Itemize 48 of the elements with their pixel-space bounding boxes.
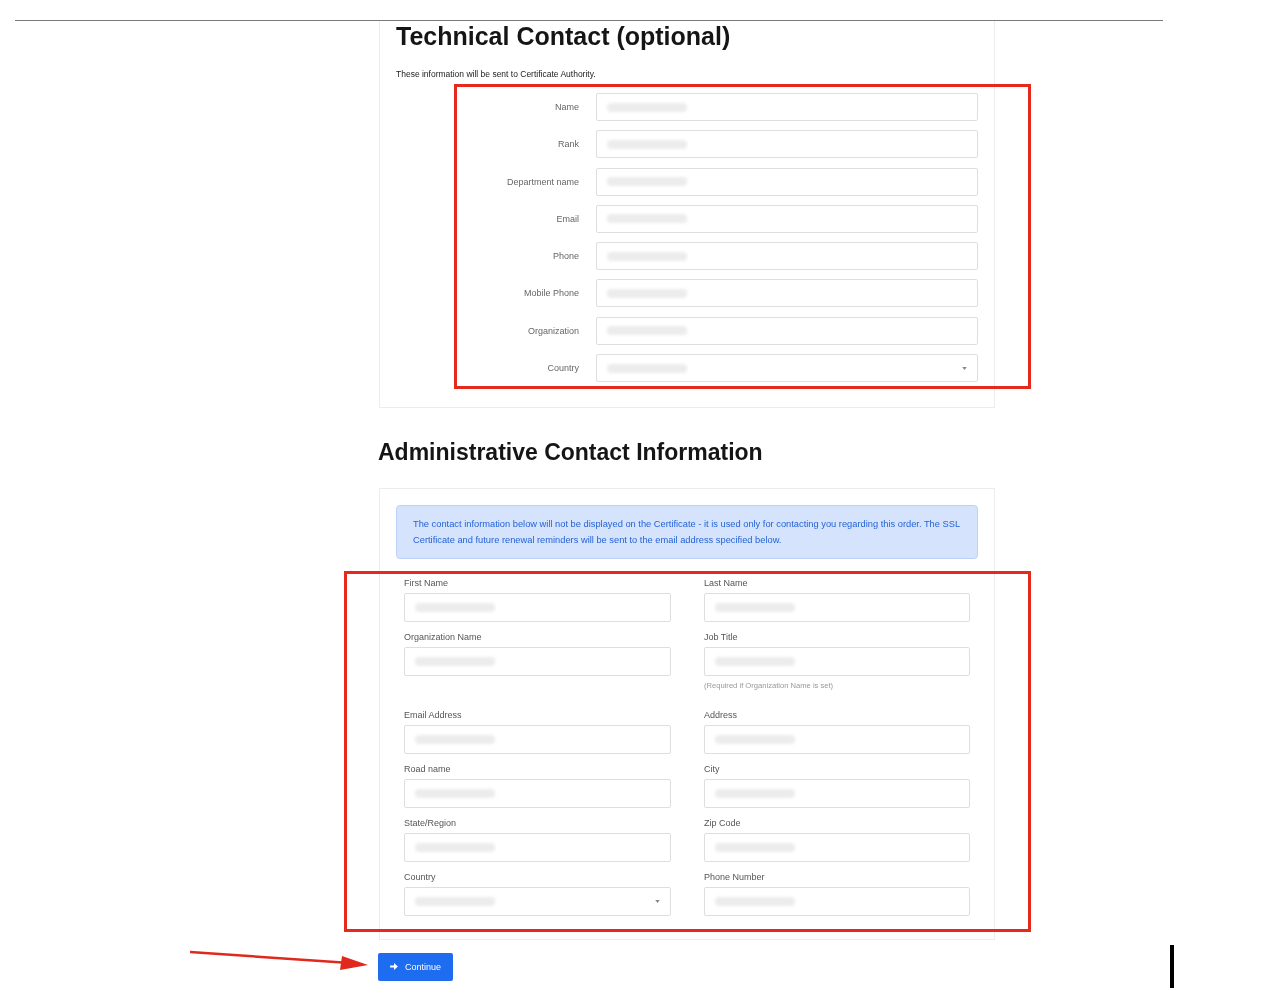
input-field[interactable] bbox=[704, 647, 970, 677]
input-field[interactable] bbox=[596, 204, 978, 233]
field-label: Last Name bbox=[704, 577, 748, 590]
input-field[interactable] bbox=[596, 93, 978, 121]
input-field[interactable] bbox=[704, 725, 970, 755]
field-label: Country bbox=[546, 362, 579, 375]
input-field[interactable] bbox=[596, 279, 978, 308]
field-label: Organization bbox=[526, 324, 579, 337]
input-field[interactable] bbox=[404, 833, 671, 863]
section-heading: Technical Contact (optional) bbox=[396, 21, 732, 51]
input-field[interactable] bbox=[596, 316, 978, 345]
field-label: First Name bbox=[404, 577, 448, 590]
field-label: Rank bbox=[557, 138, 579, 151]
field-label: Mobile Phone bbox=[522, 287, 579, 300]
field-label: Organization Name bbox=[404, 631, 482, 644]
field-label: Name bbox=[554, 101, 579, 113]
field-label: Address bbox=[704, 709, 738, 722]
input-field[interactable] bbox=[596, 242, 978, 271]
input-field[interactable] bbox=[596, 130, 978, 159]
input-field[interactable] bbox=[704, 779, 970, 809]
input-field[interactable] bbox=[704, 887, 970, 917]
field-label: City bbox=[704, 763, 720, 776]
input-field[interactable] bbox=[596, 167, 978, 196]
input-field[interactable] bbox=[704, 833, 970, 863]
input-field[interactable] bbox=[404, 647, 671, 677]
field-label: Job Title bbox=[704, 631, 738, 644]
input-field[interactable] bbox=[704, 593, 970, 623]
caret-icon bbox=[962, 366, 967, 370]
dropdown-field[interactable] bbox=[404, 887, 671, 917]
field-label: Road name bbox=[404, 763, 451, 776]
input-field[interactable] bbox=[404, 593, 671, 623]
continue-button[interactable]: Continue bbox=[378, 952, 454, 981]
arrow-right-icon bbox=[390, 963, 398, 971]
field-label: Phone bbox=[551, 250, 579, 263]
input-field[interactable] bbox=[404, 779, 671, 809]
field-label: Zip Code bbox=[704, 817, 741, 830]
section-note: These information will be sent to Certificate Authority. bbox=[396, 68, 597, 80]
section-heading: Administrative Contact Information bbox=[378, 438, 764, 467]
field-label: Department name bbox=[505, 175, 579, 188]
dropdown-field[interactable] bbox=[596, 354, 978, 383]
field-label: Phone Number bbox=[704, 871, 765, 884]
field-label: Email Address bbox=[404, 709, 462, 722]
field-label: State/Region bbox=[404, 817, 457, 830]
field-label: Country bbox=[404, 871, 436, 884]
info-notice: The contact information below will not be displayed on the Certificate - it is used only for contacting you regarding this order. The SSL Certificate and future renewal reminders will be sent to the email address specified below. bbox=[396, 505, 978, 560]
caret-icon bbox=[655, 900, 660, 904]
field-label: Email bbox=[555, 212, 579, 225]
input-field[interactable] bbox=[404, 725, 671, 755]
